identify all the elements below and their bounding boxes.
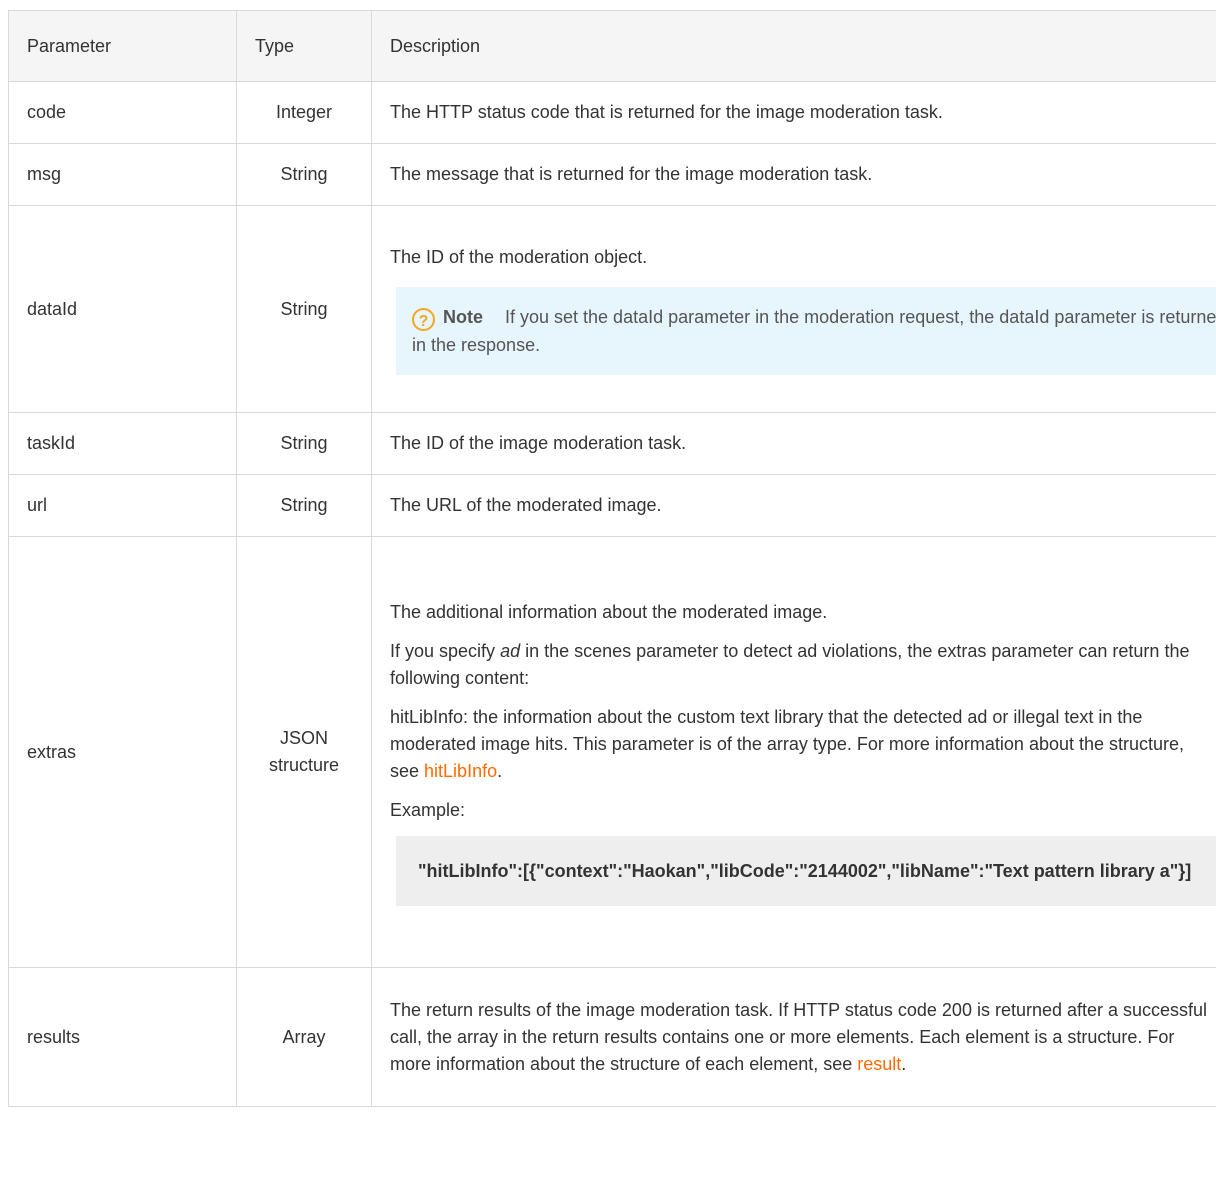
- example-label: Example:: [390, 799, 466, 820]
- param-type: JSON structure: [236, 536, 372, 968]
- param-type: String: [236, 412, 372, 475]
- table-row: dataId String The ID of the moderation o…: [8, 205, 1216, 413]
- table-row: code Integer The HTTP status code that i…: [8, 81, 1216, 144]
- table-row: extras JSON structure The additional inf…: [8, 536, 1216, 968]
- description-text: The ID of the moderation object.: [390, 246, 648, 267]
- param-description: The ID of the moderation object. ? Note If…: [371, 205, 1216, 413]
- param-name: results: [8, 967, 237, 1107]
- code-example: "hitLibInfo":[{"context":"Haokan","libCo…: [396, 835, 1216, 906]
- result-link[interactable]: result: [857, 1054, 901, 1074]
- param-name: code: [8, 81, 237, 144]
- table-header-row: Parameter Type Description: [8, 10, 1216, 82]
- param-description: The URL of the moderated image.: [371, 474, 1216, 537]
- note-text: If you set the dataId parameter in the m…: [412, 306, 1216, 355]
- param-type: Integer: [236, 81, 372, 144]
- description-text: If you specify ad in the scenes paramete…: [390, 640, 1190, 688]
- param-description: The message that is returned for the ima…: [371, 143, 1216, 206]
- note-box: ? Note If you set the dataId parameter in …: [396, 286, 1216, 375]
- description-text: hitLibInfo: the information about the cu…: [390, 706, 1185, 781]
- table-row: results Array The return results of the …: [8, 967, 1216, 1107]
- param-type: String: [236, 474, 372, 537]
- hitlibinfo-link[interactable]: hitLibInfo: [424, 761, 497, 781]
- table-row: url String The URL of the moderated imag…: [8, 474, 1216, 537]
- table-row: taskId String The ID of the image modera…: [8, 412, 1216, 475]
- param-type: String: [236, 143, 372, 206]
- param-description: The return results of the image moderati…: [371, 967, 1216, 1107]
- param-description: The ID of the image moderation task.: [371, 412, 1216, 475]
- param-name: taskId: [8, 412, 237, 475]
- question-circle-icon: ?: [412, 307, 435, 331]
- param-description: The HTTP status code that is returned fo…: [371, 81, 1216, 144]
- param-name: dataId: [8, 205, 237, 413]
- param-description: The additional information about the mod…: [371, 536, 1216, 968]
- note-title: Note: [443, 306, 483, 327]
- param-type: Array: [236, 967, 372, 1107]
- description-text: The additional information about the mod…: [390, 601, 828, 622]
- parameter-table: Parameter Type Description code Integer …: [8, 10, 1216, 1107]
- header-parameter: Parameter: [8, 10, 237, 82]
- table-row: msg String The message that is returned …: [8, 143, 1216, 206]
- header-type: Type: [236, 10, 372, 82]
- param-type: String: [236, 205, 372, 413]
- param-name: url: [8, 474, 237, 537]
- header-description: Description: [371, 10, 1216, 82]
- param-name: msg: [8, 143, 237, 206]
- param-name: extras: [8, 536, 237, 968]
